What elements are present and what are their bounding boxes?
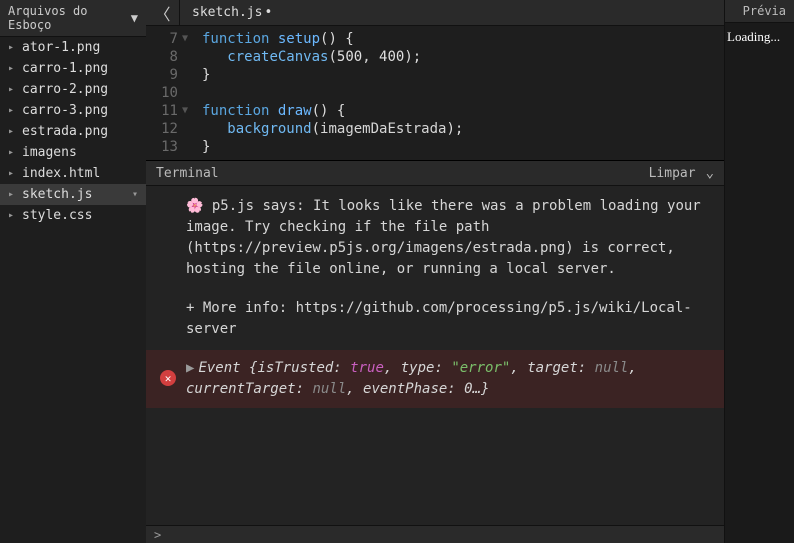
preview-title: Prévia: [725, 0, 794, 23]
sidebar-item-imagens[interactable]: ▸ imagens: [0, 142, 146, 163]
preview-panel: Prévia Loading...: [724, 0, 794, 543]
preview-loading: Loading...: [725, 23, 794, 51]
line-number: 9: [146, 66, 188, 84]
line-number: 7▼: [146, 30, 188, 48]
console-text-2: + More info: https://github.com/processi…: [186, 298, 710, 340]
code-line[interactable]: createCanvas(500, 400);: [202, 48, 463, 66]
back-button[interactable]: 〈: [146, 0, 180, 26]
code-content[interactable]: function setup() { createCanvas(500, 400…: [194, 26, 471, 160]
sidebar-title: Arquivos do Esboço: [8, 4, 131, 32]
code-line[interactable]: function draw() {: [202, 102, 463, 120]
sidebar-item-style-css[interactable]: ▸ style.css: [0, 205, 146, 226]
caret-right-icon: ▸: [8, 63, 16, 74]
sidebar-item-estrada-png[interactable]: ▸ estrada.png: [0, 121, 146, 142]
sidebar-item-index-html[interactable]: ▸ index.html: [0, 163, 146, 184]
sidebar-header[interactable]: Arquivos do Esboço ▼: [0, 0, 146, 37]
terminal-body[interactable]: 🌸 p5.js says: It looks like there was a …: [146, 186, 724, 525]
fold-icon[interactable]: ▼: [182, 30, 188, 48]
code-line[interactable]: function setup() {: [202, 30, 463, 48]
file-label: carro-3.png: [22, 103, 108, 118]
tab-label: sketch.js: [192, 5, 262, 20]
terminal-panel: Terminal Limpar ⌄ 🌸 p5.js says: It looks…: [146, 160, 724, 543]
code-line[interactable]: [202, 84, 463, 102]
file-label: carro-1.png: [22, 61, 108, 76]
sidebar-item-carro-3-png[interactable]: ▸ carro-3.png: [0, 100, 146, 121]
code-line[interactable]: background(imagemDaEstrada);: [202, 120, 463, 138]
file-label: style.css: [22, 208, 92, 223]
flower-icon: 🌸: [186, 198, 203, 214]
caret-right-icon: ▸: [8, 168, 16, 179]
code-line[interactable]: }: [202, 138, 463, 156]
chevron-left-icon: 〈: [154, 1, 170, 25]
terminal-header: Terminal Limpar ⌄: [146, 161, 724, 186]
terminal-input-bar[interactable]: >: [146, 525, 724, 543]
dirty-indicator-icon: •: [264, 5, 272, 20]
caret-right-icon: ▸: [8, 189, 16, 200]
dropdown-icon[interactable]: ▼: [131, 11, 138, 25]
sidebar-item-ator-1-png[interactable]: ▸ ator-1.png: [0, 37, 146, 58]
error-icon: ✕: [160, 370, 176, 386]
caret-right-icon: ▸: [8, 126, 16, 137]
line-number: 8: [146, 48, 188, 66]
tab-bar: 〈 sketch.js •: [146, 0, 724, 26]
terminal-title: Terminal: [156, 166, 219, 181]
line-number: 10: [146, 84, 188, 102]
console-text-1: p5.js says: It looks like there was a pr…: [186, 198, 709, 277]
tab-sketch-js[interactable]: sketch.js •: [180, 0, 284, 26]
error-text: Event {isTrusted: true, type: "error", t…: [186, 360, 637, 397]
caret-right-icon: ▸: [8, 42, 16, 53]
code-editor[interactable]: 7▼8 9 10 11▼12 13 function setup() { cre…: [146, 26, 724, 160]
file-label: index.html: [22, 166, 100, 181]
file-sidebar: Arquivos do Esboço ▼ ▸ ator-1.png ▸ carro-1…: [0, 0, 146, 543]
sidebar-item-carro-1-png[interactable]: ▸ carro-1.png: [0, 58, 146, 79]
line-number: 11▼: [146, 102, 188, 120]
code-line[interactable]: }: [202, 66, 463, 84]
line-number: 12: [146, 120, 188, 138]
sidebar-item-sketch-js[interactable]: ▸ sketch.js ▾: [0, 184, 146, 205]
clear-button[interactable]: Limpar: [649, 166, 696, 181]
chevron-down-icon[interactable]: ⌄: [706, 165, 714, 181]
caret-right-icon: ▸: [8, 105, 16, 116]
caret-right-icon: ▸: [8, 147, 16, 158]
chevron-down-icon[interactable]: ▾: [132, 189, 138, 200]
console-error[interactable]: ✕ ▶Event {isTrusted: true, type: "error"…: [146, 350, 724, 408]
line-gutter: 7▼8 9 10 11▼12 13: [146, 26, 194, 160]
file-label: imagens: [22, 145, 77, 160]
file-label: sketch.js: [22, 187, 92, 202]
sidebar-item-carro-2-png[interactable]: ▸ carro-2.png: [0, 79, 146, 100]
caret-right-icon: ▸: [8, 210, 16, 221]
file-label: estrada.png: [22, 124, 108, 139]
file-label: carro-2.png: [22, 82, 108, 97]
expand-triangle-icon[interactable]: ▶: [186, 360, 194, 376]
fold-icon[interactable]: ▼: [182, 102, 188, 120]
caret-right-icon: ▸: [8, 84, 16, 95]
console-message: 🌸 p5.js says: It looks like there was a …: [146, 186, 724, 350]
prompt-icon: >: [154, 528, 161, 542]
line-number: 13: [146, 138, 188, 156]
file-label: ator-1.png: [22, 40, 100, 55]
